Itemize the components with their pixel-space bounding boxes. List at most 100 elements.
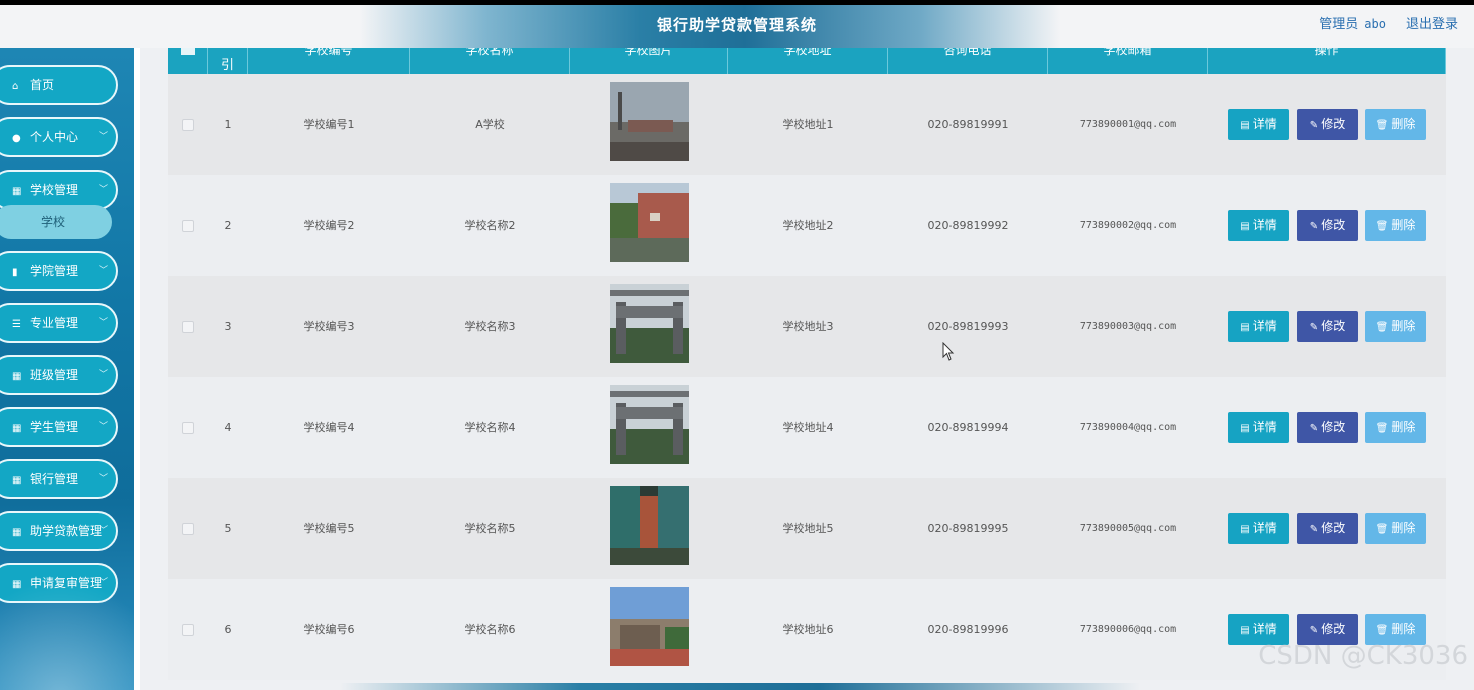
school-address: 学校地址6 [782,623,834,636]
row-checkbox[interactable] [182,624,194,636]
column-header: 学校图片 [570,48,728,74]
grid-icon: ▦ [12,579,22,590]
school-phone: 020-89819996 [927,623,1009,636]
button-label: 修改 [1321,622,1346,636]
document-icon: ▤ [1240,524,1250,535]
button-label: 删除 [1391,420,1416,434]
school-code: 学校编号2 [303,219,355,232]
sidebar-item-label: 助学贷款管理 [30,524,103,538]
pencil-icon: ✎ [1309,322,1319,333]
grid-icon: ▦ [12,423,22,434]
document-icon: ▤ [1240,625,1250,636]
school-name: 学校名称6 [464,623,516,636]
row-checkbox[interactable] [182,321,194,333]
school-table: 引学校编号 学校名称 学校图片 学校地址 咨询电话 学校邮箱 操作 1 学校编号1 A学校 学校地… [168,48,1446,680]
sidebar-item-2[interactable]: ▦ 学校管理 ﹀ [0,170,118,210]
grid-icon: ▦ [12,475,22,486]
sliders-icon: ☰ [12,319,21,330]
delete-button[interactable]: 🗑 删除 [1365,210,1426,241]
chevron-down-icon: ﹀ [98,266,108,276]
page: 银行助学贷款管理系统 管理员 abo 退出登录 ⌂ 首页 ● 个人中心 ﹀ ▦ 学校管理 ﹀ ▮ 学院… [0,5,1474,690]
button-label: 修改 [1321,218,1346,232]
submenu-item-school[interactable]: 学校 [0,205,112,239]
delete-button[interactable]: 🗑 删除 [1365,513,1426,544]
user-role: 管理员 [1319,17,1359,32]
column-header: 学校地址 [728,48,888,74]
logout-link[interactable]: 退出登录 [1406,17,1458,32]
trash-icon: 🗑 [1375,423,1389,434]
school-phone: 020-89819992 [927,219,1009,232]
sidebar-item-6[interactable]: ▦ 学生管理 ﹀ [0,407,118,447]
row-checkbox[interactable] [182,422,194,434]
delete-button[interactable]: 🗑 删除 [1365,311,1426,342]
school-name: 学校名称5 [464,522,516,535]
book-icon: ▮ [12,267,18,278]
school-code: 学校编号5 [303,522,355,535]
select-all-checkbox[interactable] [180,48,195,55]
school-address: 学校地址1 [782,118,834,131]
school-image [610,385,689,464]
school-code: 学校编号4 [303,421,355,434]
table-row: 1 学校编号1 A学校 学校地址1 020-89819991 773890001@qq.c… [168,74,1446,175]
details-button[interactable]: ▤ 详情 [1228,109,1289,140]
button-label: 修改 [1321,521,1346,535]
button-label: 详情 [1252,622,1277,636]
sidebar-item-3[interactable]: ▮ 学院管理 ﹀ [0,251,118,291]
user-area: 管理员 abo 退出登录 [1319,5,1458,48]
details-button[interactable]: ▤ 详情 [1228,210,1289,241]
sidebar-item-7[interactable]: ▦ 银行管理 ﹀ [0,459,118,499]
edit-button[interactable]: ✎ 修改 [1297,210,1358,241]
sidebar-item-0[interactable]: ⌂ 首页 [0,65,118,105]
school-image [610,82,689,161]
sidebar-item-8[interactable]: ▦ 助学贷款管理 ﹀ [0,511,118,551]
sidebar-item-label: 个人中心 [30,130,79,144]
edit-button[interactable]: ✎ 修改 [1297,311,1358,342]
sidebar-item-label: 学院管理 [30,264,79,278]
row-checkbox[interactable] [182,220,194,232]
school-email: 773890004@qq.com [1079,422,1177,433]
sidebar-divider [134,48,140,690]
button-label: 详情 [1252,521,1277,535]
table-row: 3 学校编号3 学校名称3 学校地址3 020-89819993 773890003@qq… [168,276,1446,377]
row-checkbox[interactable] [182,119,194,131]
sidebar-item-label: 银行管理 [30,472,79,486]
edit-button[interactable]: ✎ 修改 [1297,109,1358,140]
grid-icon: ▦ [12,371,22,382]
chevron-down-icon: ﹀ [98,318,108,328]
row-checkbox[interactable] [182,523,194,535]
school-image [610,587,689,666]
details-button[interactable]: ▤ 详情 [1228,513,1289,544]
pencil-icon: ✎ [1309,120,1319,131]
sidebar-item-1[interactable]: ● 个人中心 ﹀ [0,117,118,157]
button-label: 详情 [1252,319,1277,333]
sidebar-item-label: 学生管理 [30,420,79,434]
sidebar-item-9[interactable]: ▦ 申请复审管理 ﹀ [0,563,118,603]
school-address: 学校地址5 [782,522,834,535]
table-row: 6 学校编号6 学校名称6 学校地址6 020-89819996 773890006@qq… [168,579,1446,680]
edit-button[interactable]: ✎ 修改 [1297,513,1358,544]
button-label: 详情 [1252,117,1277,131]
grid-icon: ▦ [12,527,22,538]
app-title: 银行助学贷款管理系统 [656,16,817,34]
document-icon: ▤ [1240,322,1250,333]
table-row: 2 学校编号2 学校名称2 学校地址2 020-89819992 773890002@qq… [168,175,1446,276]
sidebar-item-label: 专业管理 [30,316,79,330]
sidebar-item-4[interactable]: ☰ 专业管理 ﹀ [0,303,118,343]
button-label: 修改 [1321,319,1346,333]
delete-button[interactable]: 🗑 删除 [1365,412,1426,443]
details-button[interactable]: ▤ 详情 [1228,412,1289,443]
watermark: CSDN @CK3036 [1258,641,1468,671]
table-row: 5 学校编号5 学校名称5 学校地址5 020-89819995 773890005@qq… [168,478,1446,579]
document-icon: ▤ [1240,221,1250,232]
trash-icon: 🗑 [1375,524,1389,535]
delete-button[interactable]: 🗑 删除 [1365,109,1426,140]
pencil-icon: ✎ [1309,524,1319,535]
edit-button[interactable]: ✎ 修改 [1297,412,1358,443]
top-header: 银行助学贷款管理系统 管理员 abo 退出登录 [0,5,1474,48]
row-index: 1 [224,118,232,131]
details-button[interactable]: ▤ 详情 [1228,311,1289,342]
button-label: 详情 [1252,218,1277,232]
sidebar-item-5[interactable]: ▦ 班级管理 ﹀ [0,355,118,395]
table-header: 引学校编号 学校名称 学校图片 学校地址 咨询电话 学校邮箱 操作 [168,48,1446,74]
row-index: 4 [224,421,232,434]
